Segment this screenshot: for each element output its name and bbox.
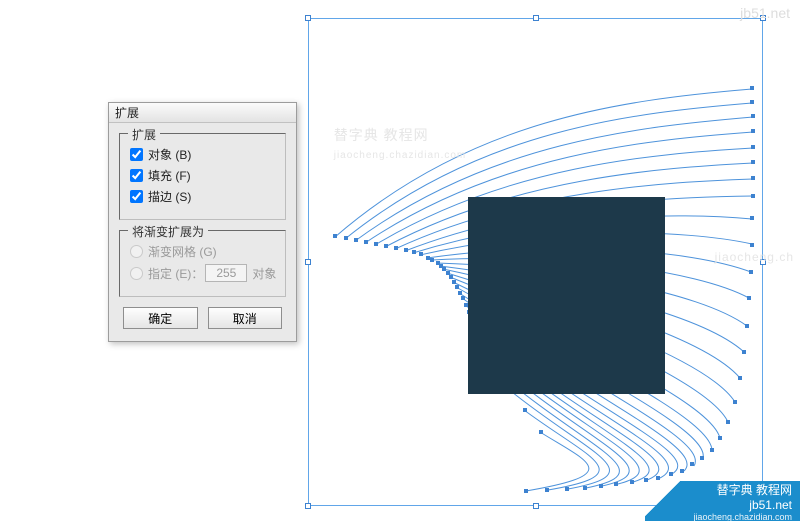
checkbox-fill-label: 填充 (F)	[148, 167, 191, 184]
watermark-top: jb51.net	[740, 5, 790, 21]
group-expand-legend: 扩展	[128, 126, 160, 143]
handle-s[interactable]	[533, 503, 539, 509]
dialog-button-row: 确定 取消	[119, 307, 286, 329]
checkbox-row-fill[interactable]: 填充 (F)	[128, 167, 277, 184]
radio-spec	[130, 267, 143, 280]
radio-row-mesh: 渐变网格 (G)	[128, 243, 277, 260]
ok-button[interactable]: 确定	[123, 307, 198, 329]
handle-nw[interactable]	[305, 15, 311, 21]
checkbox-row-object[interactable]: 对象 (B)	[128, 146, 277, 163]
handle-w[interactable]	[305, 259, 311, 265]
handle-n[interactable]	[533, 15, 539, 21]
watermark-mid: 替字典 教程网 jiaocheng.chazidian.com	[334, 125, 467, 161]
checkbox-fill[interactable]	[130, 169, 143, 182]
group-gradient-legend: 将渐变扩展为	[128, 223, 208, 240]
spec-count-input	[205, 264, 247, 282]
banner-site-cn: 替字典 教程网	[717, 481, 792, 498]
banner-url: jiaocheng.chazidian.com	[693, 512, 792, 522]
group-gradient: 将渐变扩展为 渐变网格 (G) 指定 (E)： 对象	[119, 230, 286, 297]
radio-spec-label: 指定 (E)：	[148, 265, 203, 282]
selection-bounding-box[interactable]	[308, 18, 763, 506]
radio-mesh-label: 渐变网格 (G)	[148, 243, 217, 260]
dialog-titlebar[interactable]: 扩展	[109, 103, 296, 123]
radio-mesh	[130, 245, 143, 258]
handle-sw[interactable]	[305, 503, 311, 509]
radio-row-spec: 指定 (E)： 对象	[128, 264, 277, 282]
checkbox-stroke[interactable]	[130, 190, 143, 203]
group-expand: 扩展 对象 (B) 填充 (F) 描边 (S)	[119, 133, 286, 220]
expand-dialog[interactable]: 扩展 扩展 对象 (B) 填充 (F) 描边 (S) 将渐变扩展为 渐变网格 (…	[108, 102, 297, 342]
checkbox-stroke-label: 描边 (S)	[148, 188, 191, 205]
spec-suffix: 对象	[252, 265, 276, 282]
watermark-side: jiaocheng.ch	[715, 250, 794, 264]
dialog-body: 扩展 对象 (B) 填充 (F) 描边 (S) 将渐变扩展为 渐变网格 (G)	[109, 123, 296, 341]
dialog-title: 扩展	[115, 104, 139, 121]
checkbox-object[interactable]	[130, 148, 143, 161]
site-corner-banner: 替字典 教程网 jb51.net jiaocheng.chazidian.com	[645, 481, 800, 521]
checkbox-row-stroke[interactable]: 描边 (S)	[128, 188, 277, 205]
checkbox-object-label: 对象 (B)	[148, 146, 191, 163]
cancel-button[interactable]: 取消	[208, 307, 283, 329]
banner-site: jb51.net	[749, 498, 792, 512]
